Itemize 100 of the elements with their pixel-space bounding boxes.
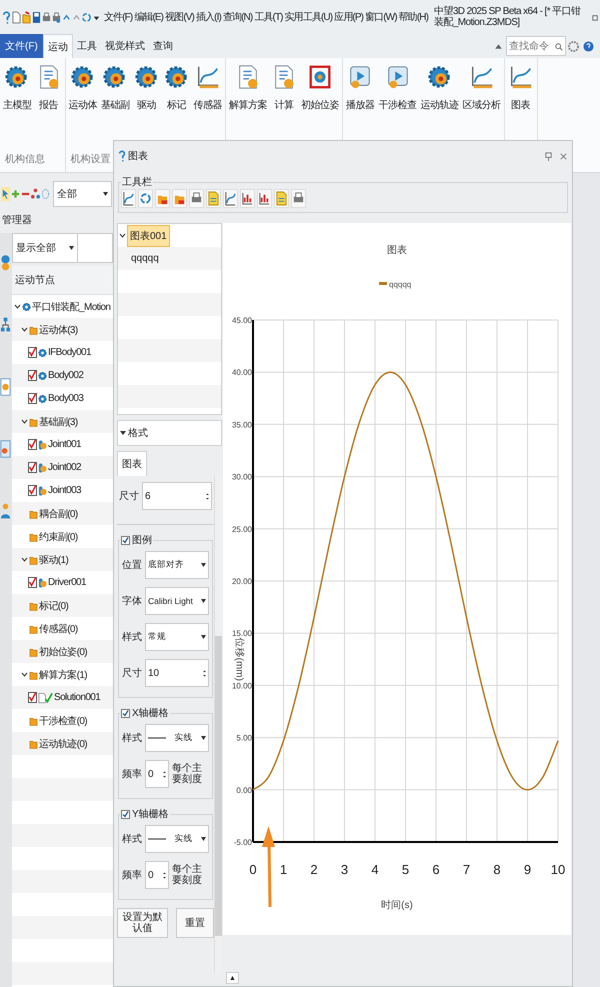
menu-item[interactable]: 查询(N) [222, 10, 252, 24]
curve-icon[interactable] [121, 189, 136, 208]
folder-icon[interactable] [172, 189, 187, 208]
refresh-icon[interactable] [138, 189, 153, 208]
ribbon-tab[interactable]: 查询 [148, 34, 177, 58]
tree-row[interactable]: Body003 [12, 387, 113, 410]
checkbox[interactable] [28, 462, 37, 473]
ribbon-button[interactable]: 计算 [270, 60, 298, 114]
tree-row[interactable]: 初始位姿(0) [12, 640, 113, 663]
view-dropdown[interactable]: 显示全部 [12, 233, 78, 263]
close-icon[interactable] [559, 152, 568, 160]
checkbox[interactable] [28, 577, 37, 588]
tree-row[interactable]: 耦合副(0) [12, 502, 113, 525]
tree-row[interactable]: 干涉检查(0) [12, 709, 113, 732]
ribbon-button[interactable]: 驱动 [132, 60, 160, 114]
ribbon-button[interactable]: 解算方案 [228, 60, 268, 114]
tree-row[interactable]: Joint001 [12, 433, 113, 456]
ribbon-button[interactable]: 播放器 [345, 60, 376, 114]
expander-icon[interactable] [21, 418, 28, 425]
ribbon-tab[interactable]: 视觉样式 [100, 34, 149, 58]
menu-item[interactable]: 视图(V) [165, 10, 194, 24]
tree-row[interactable]: 约束副(0) [12, 525, 113, 548]
form-button[interactable]: 设置为默认值 [117, 908, 168, 938]
menu-item[interactable]: 文件(F) [104, 10, 132, 24]
curve-icon[interactable] [223, 189, 238, 208]
ribbon-button[interactable]: 报告 [34, 60, 62, 114]
series-list-item[interactable]: qqqqq [129, 250, 161, 267]
ribbon-tab[interactable]: 工具 [72, 34, 101, 58]
tree-row[interactable]: 基础副(3) [12, 410, 113, 433]
number-field[interactable]: 0 [145, 861, 169, 889]
expander-icon[interactable] [21, 556, 28, 563]
tree-row[interactable]: Solution001 [12, 686, 113, 709]
menu-item[interactable]: 插入(I) [196, 10, 221, 24]
expander-icon[interactable] [119, 232, 126, 239]
form-button[interactable]: 重置 [176, 908, 214, 938]
chart-icon[interactable] [257, 189, 272, 208]
ribbon-button[interactable]: 基础副 [100, 60, 130, 114]
line-style-dropdown[interactable]: 实线 [145, 724, 209, 752]
size-field[interactable]: 6 [142, 482, 212, 510]
menu-item[interactable]: 应用(P) [334, 10, 364, 24]
format-tab[interactable]: 图表 [117, 451, 147, 476]
printer-icon[interactable] [189, 189, 204, 208]
scroll-thumb[interactable] [215, 636, 222, 936]
ribbon-button[interactable]: 干涉检查 [378, 60, 418, 114]
settings-icon[interactable] [568, 40, 579, 52]
number-field[interactable]: 10 [145, 659, 209, 687]
ribbon-button[interactable]: 运动体 [68, 60, 98, 114]
printer-icon[interactable] [291, 189, 306, 208]
tree-row[interactable]: Driver001 [12, 571, 113, 594]
network-icon[interactable] [31, 187, 40, 201]
document-icon[interactable] [206, 189, 221, 208]
blank-field[interactable] [78, 233, 113, 263]
help-icon[interactable] [2, 10, 11, 24]
ribbon-button[interactable]: 标记 [162, 60, 190, 114]
tree-row[interactable]: 运动轨迹(0) [12, 732, 113, 755]
tree-row[interactable]: IFBody001 [12, 341, 113, 364]
ribbon-button[interactable]: 传感器 [192, 60, 223, 114]
save-icon[interactable] [32, 10, 41, 24]
help-icon[interactable] [583, 40, 594, 52]
dropdown[interactable]: 底部对齐 [145, 551, 209, 579]
chart-icon[interactable] [240, 189, 255, 208]
menu-item[interactable]: 窗口(W) [365, 10, 397, 24]
search-icon[interactable] [555, 43, 563, 51]
menu-item[interactable]: 帮助(H) [398, 10, 428, 24]
person-icon[interactable] [0, 501, 11, 521]
checkbox[interactable] [28, 370, 37, 381]
checkbox[interactable] [28, 439, 37, 450]
restore-icon[interactable] [591, 12, 600, 22]
document-icon[interactable] [274, 189, 289, 208]
ribbon-button[interactable]: 运动轨迹 [420, 60, 460, 114]
filter-dropdown[interactable]: 全部 [53, 181, 112, 207]
chart-list-item[interactable]: 图表001 [127, 224, 170, 246]
checkbox[interactable] [121, 536, 130, 544]
search-field[interactable]: 查找命令 [506, 36, 566, 56]
number-field[interactable]: 0 [145, 760, 169, 788]
menu-item[interactable]: 编辑(E) [134, 10, 164, 24]
ribbon-button[interactable]: 主模型 [2, 60, 32, 114]
tree-row[interactable]: 运动体(3) [12, 318, 113, 341]
tree-row[interactable]: 平口钳装配_Motion [12, 295, 113, 318]
dropdown[interactable]: 常规 [145, 623, 209, 651]
joint-icon[interactable] [0, 439, 11, 459]
printer-icon[interactable] [52, 10, 61, 24]
checkbox[interactable] [121, 810, 130, 818]
ribbon-tab[interactable]: 运动 [42, 34, 73, 58]
expander-icon[interactable] [14, 303, 21, 310]
tree-row[interactable]: Joint003 [12, 479, 113, 502]
ribbon-button[interactable]: 图表 [506, 60, 534, 114]
ribbon-button[interactable]: 初始位姿 [300, 60, 340, 114]
tree-row[interactable]: Body002 [12, 364, 113, 387]
tree-row[interactable]: Joint002 [12, 456, 113, 479]
pin-icon[interactable] [544, 152, 553, 160]
line-style-dropdown[interactable]: 实线 [145, 825, 209, 853]
menu-item[interactable]: 工具(T) [254, 10, 283, 24]
tree-row[interactable]: 标记(0) [12, 594, 113, 617]
dropdown[interactable]: Calibri Light [145, 587, 209, 615]
expander-icon[interactable] [21, 326, 28, 333]
ribbon-button[interactable]: 区域分析 [462, 60, 502, 114]
checkbox[interactable] [121, 708, 130, 718]
checkbox[interactable] [28, 485, 37, 496]
tree-row[interactable]: 传感器(0) [12, 617, 113, 640]
